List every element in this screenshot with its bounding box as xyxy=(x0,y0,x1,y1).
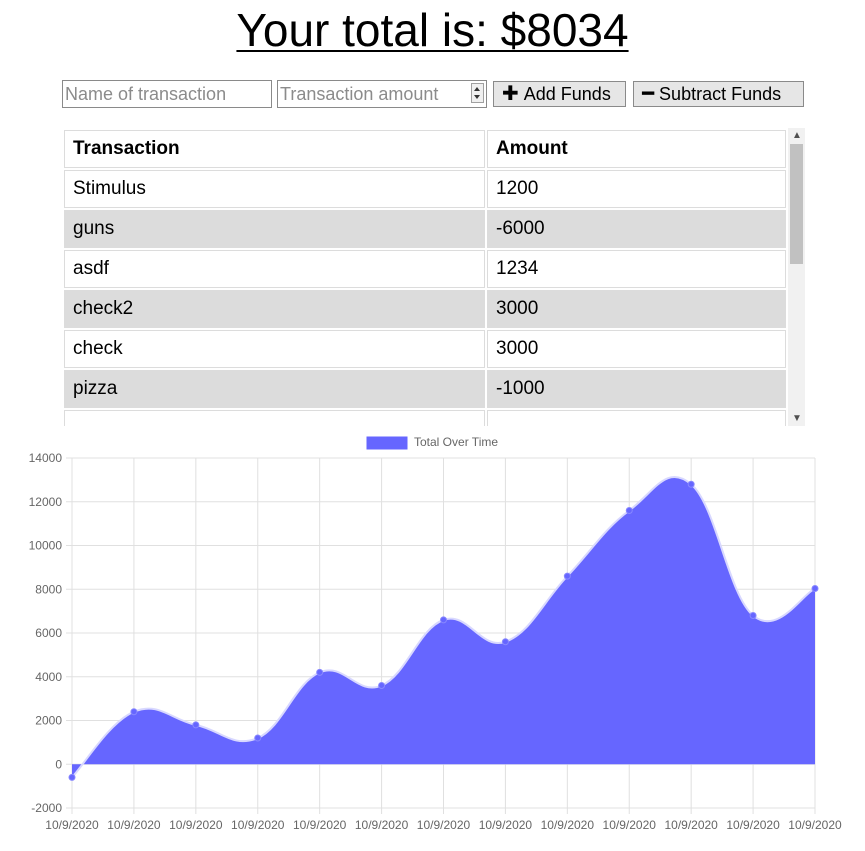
data-point xyxy=(687,480,695,488)
y-tick-label: 10000 xyxy=(29,539,63,553)
data-point xyxy=(811,585,819,593)
subtract-funds-button[interactable]: ━ Subtract Funds xyxy=(633,81,804,107)
y-tick-label: 8000 xyxy=(35,582,62,596)
data-point xyxy=(68,773,76,781)
data-point xyxy=(440,616,447,624)
data-point xyxy=(563,572,571,580)
transaction-name-input[interactable] xyxy=(62,80,272,108)
data-point xyxy=(378,682,386,689)
transaction-amount-cell: -1000 xyxy=(487,370,786,408)
x-tick-label: 10/9/2020 xyxy=(417,818,471,832)
data-point xyxy=(749,612,757,619)
plus-icon: ✚ xyxy=(502,83,519,105)
spinner-down-icon[interactable] xyxy=(474,95,480,99)
x-tick-label: 10/9/2020 xyxy=(45,818,99,832)
add-funds-button[interactable]: ✚ Add Funds xyxy=(493,81,626,107)
table-row: asdf 1234 xyxy=(64,250,786,288)
y-tick-label: 2000 xyxy=(35,714,62,728)
data-point xyxy=(192,721,200,729)
total-over-time-chart: 14000 12000 10000 8000 6000 4000 2000 0 -2000 10… xyxy=(29,435,842,832)
x-tick-label: 10/9/2020 xyxy=(726,818,780,832)
x-tick-label: 10/9/2020 xyxy=(355,818,409,832)
total-heading: Your total is: $8034 xyxy=(236,4,629,56)
table-row: Stimulus 1200 xyxy=(64,170,786,208)
table-header-row: Transaction Amount xyxy=(64,130,786,168)
table-row xyxy=(64,410,786,426)
transaction-amount-cell: 1200 xyxy=(487,170,786,208)
x-tick-label: 10/9/2020 xyxy=(664,818,718,832)
transaction-amount-cell: 3000 xyxy=(487,290,786,328)
transaction-name-cell: check xyxy=(64,330,485,368)
x-axis-ticks: 10/9/2020 10/9/2020 10/9/2020 10/9/2020 10/9… xyxy=(45,818,842,832)
data-point xyxy=(130,708,138,716)
amount-spinner[interactable] xyxy=(471,83,484,103)
x-tick-label: 10/9/2020 xyxy=(169,818,223,832)
y-tick-label: 4000 xyxy=(35,670,62,684)
scroll-down-icon[interactable]: ▼ xyxy=(792,414,802,424)
y-tick-label: 14000 xyxy=(29,451,63,465)
table-row: pizza -1000 xyxy=(64,370,786,408)
transaction-name-cell: pizza xyxy=(64,370,485,408)
spinner-up-icon[interactable] xyxy=(474,87,480,91)
x-tick-label: 10/9/2020 xyxy=(541,818,595,832)
transactions-table: Transaction Amount Stimulus 1200 guns -6… xyxy=(62,128,788,426)
transaction-amount-cell: -6000 xyxy=(487,210,786,248)
x-tick-label: 10/9/2020 xyxy=(107,818,161,832)
x-tick-label: 10/9/2020 xyxy=(293,818,347,832)
data-point xyxy=(254,734,262,742)
transaction-name-cell: asdf xyxy=(64,250,485,288)
data-point xyxy=(316,668,324,676)
scroll-up-icon[interactable]: ▲ xyxy=(792,131,802,141)
transaction-name-cell xyxy=(64,410,485,426)
add-funds-label: Add Funds xyxy=(523,84,611,104)
transaction-name-cell: check2 xyxy=(64,290,485,328)
transaction-amount-input[interactable] xyxy=(277,80,487,108)
y-tick-label: -2000 xyxy=(31,801,62,815)
table-row: guns -6000 xyxy=(64,210,786,248)
y-tick-label: 12000 xyxy=(29,495,63,509)
legend-label: Total Over Time xyxy=(414,435,498,449)
x-tick-label: 10/9/2020 xyxy=(788,818,842,832)
transaction-amount-wrapper xyxy=(277,80,487,108)
transactions-table-container: Transaction Amount Stimulus 1200 guns -6… xyxy=(62,128,805,426)
transaction-amount-cell xyxy=(487,410,786,426)
column-header-amount: Amount xyxy=(487,130,786,168)
minus-icon: ━ xyxy=(642,83,655,105)
x-tick-label: 10/9/2020 xyxy=(479,818,533,832)
data-point xyxy=(625,507,633,514)
table-row: check 3000 xyxy=(64,330,786,368)
x-tick-label: 10/9/2020 xyxy=(231,818,285,832)
transaction-amount-cell: 3000 xyxy=(487,330,786,368)
transaction-name-cell: guns xyxy=(64,210,485,248)
transaction-name-cell: Stimulus xyxy=(64,170,485,208)
y-axis-ticks: 14000 12000 10000 8000 6000 4000 2000 0 -2000 xyxy=(29,451,63,815)
data-point xyxy=(501,638,509,646)
y-tick-label: 6000 xyxy=(35,626,62,640)
legend-swatch xyxy=(366,436,408,450)
table-row: check2 3000 xyxy=(64,290,786,328)
column-header-transaction: Transaction xyxy=(64,130,485,168)
scrollbar-thumb[interactable] xyxy=(790,144,803,264)
chart-legend: Total Over Time xyxy=(366,435,498,450)
subtract-funds-label: Subtract Funds xyxy=(659,84,782,104)
y-tick-label: 0 xyxy=(55,757,62,771)
table-scrollbar[interactable]: ▲ ▼ xyxy=(788,128,805,426)
x-tick-label: 10/9/2020 xyxy=(603,818,657,832)
transaction-amount-cell: 1234 xyxy=(487,250,786,288)
